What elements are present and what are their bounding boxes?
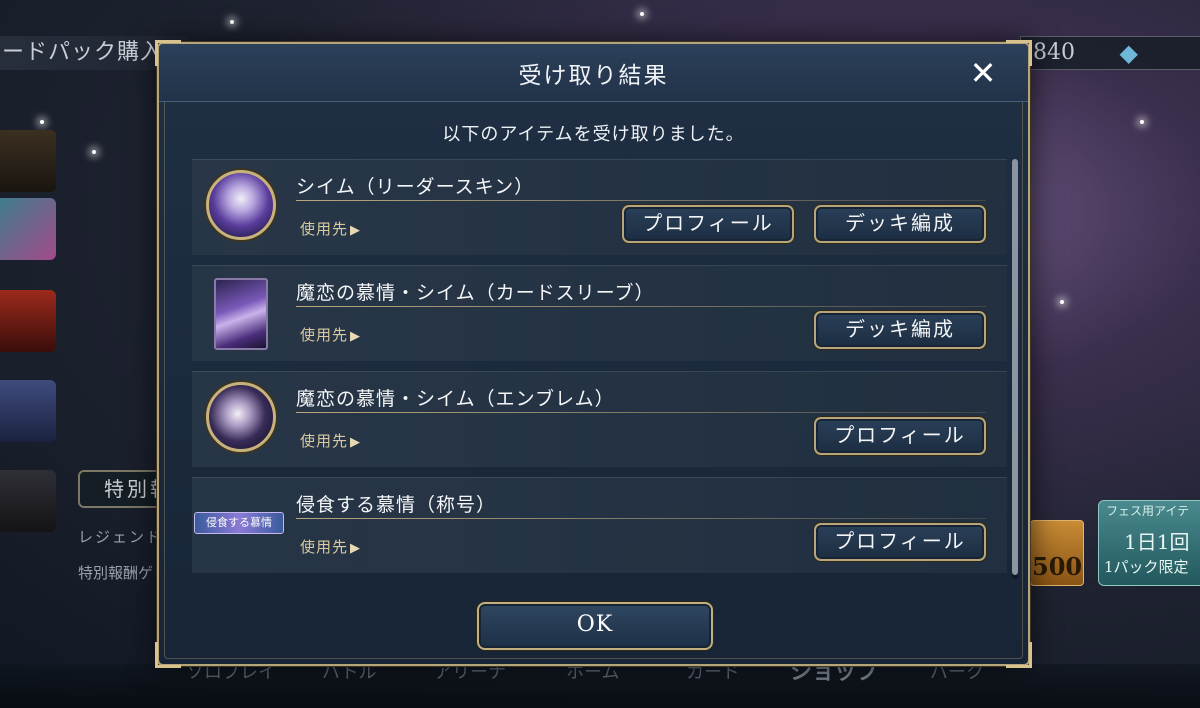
dialog-title: 受け取り結果 [518, 63, 669, 89]
list-item: 侵食する慕情 侵食する慕情（称号） 使用先 ▶ プロフィール [192, 477, 1007, 573]
list-item: シイム（リーダースキン） 使用先 ▶ プロフィール デッキ編成 [192, 159, 1007, 255]
usage-link[interactable]: 使用先 ▶ [300, 324, 361, 345]
leader-skin-thumbnail [206, 170, 276, 240]
ok-button[interactable]: OK [477, 602, 713, 650]
chevron-right-icon: ▶ [350, 435, 362, 450]
item-name: シイム（リーダースキン） [296, 176, 535, 198]
item-name: 魔恋の慕情・シイム（エンブレム） [296, 388, 615, 410]
pack-logo-dark [0, 470, 56, 532]
item-name: 魔恋の慕情・シイム（カードスリーブ） [296, 282, 655, 304]
deck-edit-button[interactable]: デッキ編成 [814, 205, 986, 243]
divider [296, 200, 986, 201]
emblem-thumbnail [206, 382, 276, 452]
chevron-right-icon: ▶ [350, 329, 362, 344]
corner-ornament [155, 642, 181, 668]
received-items-list[interactable]: シイム（リーダースキン） 使用先 ▶ プロフィール デッキ編成 魔恋の慕情・シイム… [192, 159, 1007, 579]
divider [296, 412, 986, 413]
background-pack-sidebar [0, 110, 58, 590]
usage-link[interactable]: 使用先 ▶ [300, 218, 361, 239]
divider [296, 518, 986, 519]
usage-label: 使用先 [300, 538, 349, 556]
profile-button[interactable]: プロフィール [814, 523, 986, 561]
currency-amount: 840 [1033, 40, 1075, 65]
pack-logo-legend [0, 130, 56, 192]
deck-edit-button[interactable]: デッキ編成 [814, 311, 986, 349]
background-fes-daily: 1日1回 [1124, 530, 1190, 554]
pack-logo-dragons [0, 380, 56, 442]
scrollbar-thumb[interactable] [1012, 159, 1018, 575]
pack-logo-pact [0, 198, 56, 260]
usage-label: 使用先 [300, 432, 349, 450]
close-icon[interactable]: ✕ [966, 56, 1000, 90]
title-badge-thumbnail: 侵食する慕情 [194, 512, 284, 534]
dialog-subtitle: 以下のアイテムを受け取りました。 [442, 124, 745, 145]
usage-link[interactable]: 使用先 ▶ [300, 430, 361, 451]
usage-label: 使用先 [300, 220, 349, 238]
chevron-right-icon: ▶ [350, 541, 362, 556]
background-fes-limit: 1パック限定 [1104, 558, 1189, 576]
item-name: 侵食する慕情（称号） [296, 494, 497, 516]
corner-ornament [1006, 642, 1032, 668]
dialog-header: 受け取り結果 ✕ [159, 44, 1028, 102]
usage-link[interactable]: 使用先 ▶ [300, 536, 361, 557]
profile-button[interactable]: プロフィール [814, 417, 986, 455]
background-price: 500 [1032, 552, 1083, 581]
chevron-right-icon: ▶ [350, 223, 362, 238]
card-sleeve-thumbnail [214, 278, 268, 350]
background-currency-display: 840 ◆ [1020, 36, 1200, 70]
list-scrollbar[interactable] [1012, 159, 1018, 579]
divider [296, 306, 986, 307]
pack-logo-red [0, 290, 56, 352]
background-fes-label: フェス用アイテ [1106, 504, 1190, 518]
profile-button[interactable]: プロフィール [622, 205, 794, 243]
list-item: 魔恋の慕情・シイム（エンブレム） 使用先 ▶ プロフィール [192, 371, 1007, 467]
crystal-icon: ◆ [1119, 39, 1138, 67]
list-item: 魔恋の慕情・シイム（カードスリーブ） 使用先 ▶ デッキ編成 [192, 265, 1007, 361]
receive-result-dialog: 受け取り結果 ✕ 以下のアイテムを受け取りました。 シイム（リーダースキン） 使… [155, 40, 1032, 668]
usage-label: 使用先 [300, 326, 349, 344]
